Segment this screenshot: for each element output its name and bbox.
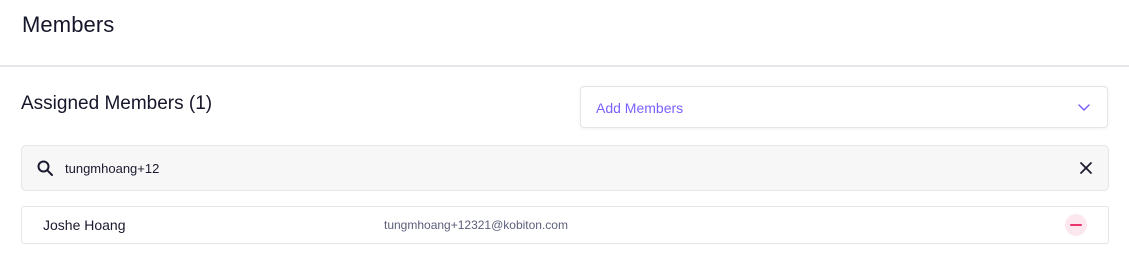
search-input[interactable] bbox=[65, 157, 1045, 179]
member-row: Joshe Hoang tungmhoang+12321@kobiton.com bbox=[21, 206, 1109, 244]
add-members-label: Add Members bbox=[596, 100, 684, 116]
close-icon[interactable] bbox=[1078, 160, 1094, 176]
search-box bbox=[21, 145, 1109, 191]
page-header: Members bbox=[0, 0, 1129, 67]
page-title: Members bbox=[22, 12, 115, 37]
member-email: tungmhoang+12321@kobiton.com bbox=[384, 218, 568, 232]
member-name: Joshe Hoang bbox=[43, 217, 126, 233]
section-title: Assigned Members (1) bbox=[21, 93, 213, 114]
chevron-down-icon bbox=[1078, 104, 1090, 111]
search-icon bbox=[37, 160, 53, 176]
minus-icon bbox=[1070, 224, 1082, 226]
remove-member-button[interactable] bbox=[1065, 214, 1087, 236]
add-members-dropdown[interactable]: Add Members bbox=[580, 86, 1108, 128]
